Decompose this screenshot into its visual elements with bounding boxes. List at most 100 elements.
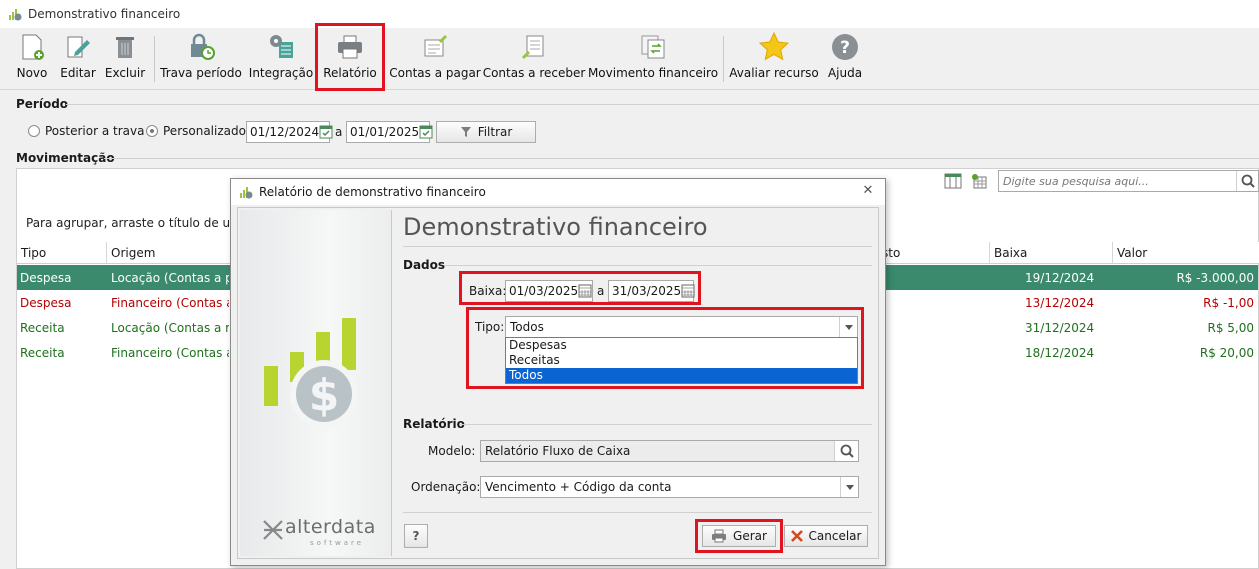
gerar-button[interactable]: Gerar [702,525,776,547]
cell-tipo: Receita [20,320,65,335]
ordenacao-select[interactable]: Vencimento + Código da conta [480,476,859,498]
baixa-date-from[interactable]: 01/03/2025 [505,280,593,302]
cell-baixa: 31/12/2024 [1025,320,1095,335]
col-header-custo[interactable]: sto [878,242,990,264]
cell-valor: R$ 20,00 [1199,345,1254,360]
baixa-label: Baixa: [469,284,507,298]
heading-divider [403,246,872,247]
modelo-label: Modelo: [428,444,476,458]
cell-origem: Locação (Contas a pag [111,270,229,285]
contas-receber-label: Contas a receber [482,66,586,80]
date-to-value: 01/01/2025 [350,125,420,139]
radio-personalizado[interactable]: Personalizado [146,124,246,138]
cell-valor: R$ 5,00 [1207,320,1254,335]
cell-baixa: 13/12/2024 [1025,295,1095,310]
new-document-icon [22,34,44,60]
filter-icon [460,127,471,137]
integracao-label: Integração [248,66,314,80]
cancelar-button[interactable]: Cancelar [784,525,868,547]
alterdata-logo-icon [263,520,283,540]
ordenacao-label: Ordenação: [411,480,481,494]
editar-button[interactable]: Editar [58,30,98,86]
integracao-button[interactable]: Integração [248,30,314,86]
gerar-label: Gerar [733,529,767,543]
app-logo-icon [9,9,22,21]
tipo-select[interactable]: Todos [505,316,858,338]
transfer-icon [641,35,665,59]
contas-pagar-label: Contas a pagar [389,66,481,80]
ajuda-button[interactable]: ? Ajuda [826,30,864,86]
dialog-heading: Demonstrativo financeiro [403,213,708,241]
contas-pagar-button[interactable]: Contas a pagar [389,30,481,86]
search-placeholder: Digite sua pesquisa aqui... [1003,174,1149,188]
toolbar-separator [154,36,155,82]
cell-origem: Financeiro (Contas a pa [111,295,229,310]
chevron-down-icon[interactable] [840,477,858,497]
cell-tipo: Despesa [20,270,72,285]
radio-posterior-trava[interactable]: Posterior a trava [28,124,144,138]
col-header-tipo[interactable]: Tipo [17,242,107,264]
toolbar-separator [723,36,724,82]
star-icon [758,31,790,61]
help-button[interactable]: ? [404,524,428,548]
editar-label: Editar [60,66,96,80]
baixa-sep: a [597,284,605,298]
integration-icon [270,35,293,58]
calendar-check-icon[interactable] [319,123,333,141]
col-header-valor[interactable]: Valor [1113,242,1259,264]
ordenacao-value: Vencimento + Código da conta [485,480,672,494]
col-header-origem[interactable]: Origem [107,242,231,264]
calendar-icon[interactable] [578,282,592,300]
excluir-button[interactable]: Excluir [104,30,146,86]
help-question-icon: ? [412,529,420,543]
grid-search[interactable]: Digite sua pesquisa aqui... [998,170,1259,192]
modelo-value: Relatório Fluxo de Caixa [485,444,631,458]
periodo-date-from[interactable]: 01/12/2024 [246,121,333,143]
columns-icon[interactable] [944,173,962,189]
tipo-dropdown-list[interactable]: Despesas Receitas Todos [505,337,858,384]
chevron-down-icon[interactable] [839,317,857,337]
novo-button[interactable]: Novo [14,30,50,86]
alterdata-brand: alterdata [285,516,376,538]
tipo-option-receitas[interactable]: Receitas [506,353,857,368]
periodo-date-to[interactable]: 01/01/2025 [346,121,433,143]
export-grid-icon[interactable] [970,173,988,189]
tipo-option-despesas[interactable]: Despesas [506,338,857,353]
baixa-to-value: 31/03/2025 [612,284,682,298]
calendar-check-icon[interactable] [419,123,433,141]
calendar-icon[interactable] [681,282,695,300]
col-header-baixa[interactable]: Baixa [990,242,1113,264]
search-icon[interactable] [834,441,858,461]
window-titlebar: Demonstrativo financeiro [0,0,1259,28]
bill-pay-icon [424,34,448,57]
trava-periodo-button[interactable]: Trava período [160,30,242,86]
excluir-label: Excluir [104,66,146,80]
app-logo-icon [240,187,253,199]
baixa-from-value: 01/03/2025 [509,284,579,298]
relatorio-button[interactable]: Relatório [315,23,385,91]
relatorio-title: Relatório [403,417,465,431]
modelo-field[interactable]: Relatório Fluxo de Caixa [480,440,859,462]
svg-text:$: $ [309,370,340,421]
baixa-date-to[interactable]: 31/03/2025 [608,280,695,302]
movimento-financeiro-button[interactable]: Movimento financeiro [588,30,718,86]
dados-title: Dados [403,258,446,272]
dialog-titlebar: Relatório de demonstrativo financeiro [231,179,885,205]
dados-divider [444,265,872,266]
search-icon[interactable] [1236,171,1258,191]
printer-icon [712,529,727,543]
contas-receber-button[interactable]: Contas a receber [483,30,585,86]
dialog-body: $ alterdata software Demonstrativo finan… [237,207,879,559]
tipo-option-todos[interactable]: Todos [506,368,857,383]
cell-baixa: 19/12/2024 [1025,270,1095,285]
main-toolbar: Novo Editar Excluir Trava período Integr… [0,23,1259,91]
avaliar-recurso-button[interactable]: Avaliar recurso [729,30,819,86]
report-dialog: Relatório de demonstrativo financeiro ✕ … [230,178,886,566]
radio-personalizado-label: Personalizado [163,124,246,138]
close-icon[interactable]: ✕ [861,184,875,198]
filtrar-button[interactable]: Filtrar [436,121,536,143]
radio-circle [28,125,40,137]
svg-text:?: ? [840,38,850,58]
finance-chart-logo-icon: $ [264,318,358,428]
bill-receive-icon [521,35,544,60]
